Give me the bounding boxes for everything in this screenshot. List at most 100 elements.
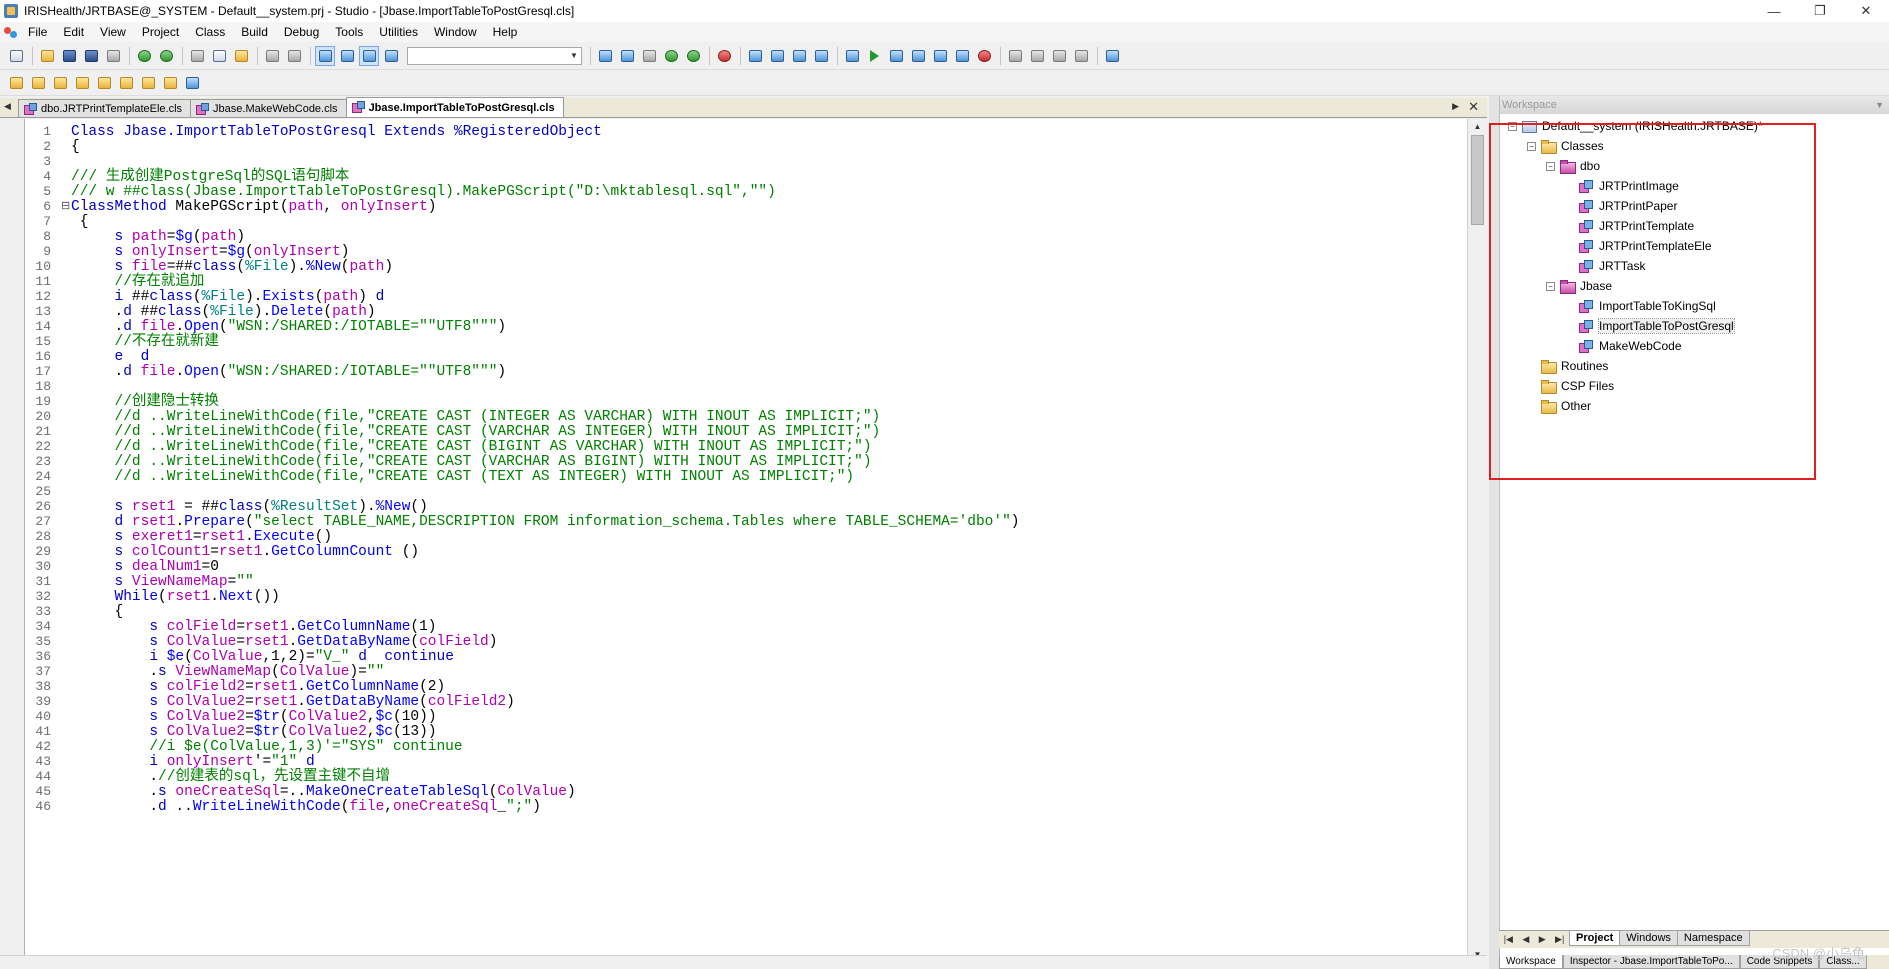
back-button[interactable] — [134, 46, 154, 66]
class-file-icon — [196, 103, 210, 115]
code-token: d — [158, 799, 176, 815]
chevron-down-icon[interactable]: ▼ — [1875, 96, 1884, 114]
tab-label: Jbase.MakeWebCode.cls — [213, 102, 338, 115]
member-combo[interactable]: ▼ — [407, 46, 582, 65]
restore-button[interactable]: ❐ — [1797, 0, 1843, 22]
forward-button[interactable] — [156, 46, 176, 66]
output-icon — [384, 49, 398, 62]
bookmark-button[interactable] — [745, 46, 765, 66]
property-icon — [31, 76, 45, 89]
studio-app-icon — [4, 4, 18, 18]
add-parameter-button[interactable] — [72, 73, 92, 93]
browser-button[interactable] — [683, 46, 703, 66]
code-token: . — [71, 799, 159, 815]
step-over-button[interactable] — [908, 46, 928, 66]
menu-build[interactable]: Build — [233, 22, 276, 42]
indent-button[interactable] — [1005, 46, 1025, 66]
add-index-button[interactable] — [94, 73, 114, 93]
code-line[interactable]: 46 .d ..WriteLineWithCode(file,oneCreate… — [25, 798, 1465, 816]
wizard-button[interactable] — [1102, 46, 1122, 66]
stop-button[interactable] — [714, 46, 734, 66]
menu-edit[interactable]: Edit — [55, 22, 92, 42]
outdent-button[interactable] — [1027, 46, 1047, 66]
view-output-button[interactable] — [381, 46, 401, 66]
undo-icon — [265, 49, 279, 62]
editor-vertical-scrollbar[interactable]: ▲ ▼ — [1467, 119, 1487, 961]
copy-button[interactable] — [209, 46, 229, 66]
add-storage-button[interactable] — [182, 73, 202, 93]
close-window-button[interactable]: ✕ — [1843, 0, 1889, 22]
tab-windows[interactable]: Windows — [1619, 931, 1678, 946]
class-wizard-button[interactable] — [6, 73, 26, 93]
menu-tools[interactable]: Tools — [327, 22, 371, 42]
add-method-button[interactable] — [50, 73, 70, 93]
clear-bookmark-button[interactable] — [811, 46, 831, 66]
tab-namespace[interactable]: Namespace — [1676, 931, 1750, 946]
save-button[interactable] — [59, 46, 79, 66]
view-split-button[interactable] — [337, 46, 357, 66]
tab-makewebcode[interactable]: Jbase.MakeWebCode.cls — [190, 99, 347, 117]
menu-help[interactable]: Help — [485, 22, 526, 42]
next-bookmark-button[interactable] — [767, 46, 787, 66]
tab-importtabletopostgresql[interactable]: Jbase.ImportTableToPostGresql.cls — [345, 97, 564, 117]
system-menu-icon[interactable] — [2, 24, 18, 40]
pause-icon — [933, 49, 947, 62]
uncomment-button[interactable] — [1071, 46, 1091, 66]
tab-workspace[interactable]: Workspace — [1499, 955, 1563, 969]
run-button[interactable] — [864, 46, 884, 66]
cut-button[interactable] — [187, 46, 207, 66]
next-tab-icon[interactable]: ▶ — [1539, 934, 1546, 945]
view-inspector-button[interactable] — [359, 45, 379, 66]
open-button[interactable] — [37, 46, 57, 66]
step-into-button[interactable] — [886, 46, 906, 66]
add-property-button[interactable] — [28, 73, 48, 93]
menu-window[interactable]: Window — [426, 22, 485, 42]
add-trigger-button[interactable] — [138, 73, 158, 93]
print-button[interactable] — [103, 46, 123, 66]
view-code-button[interactable] — [315, 45, 335, 66]
editor-horizontal-scrollbar[interactable] — [0, 955, 1487, 969]
last-tab-icon[interactable]: ▶| — [1555, 934, 1564, 945]
step-out-button[interactable] — [952, 46, 972, 66]
redo-button[interactable] — [284, 46, 304, 66]
save-all-button[interactable] — [81, 46, 101, 66]
minimize-button[interactable]: — — [1751, 0, 1797, 22]
scroll-up-icon[interactable]: ▲ — [1468, 119, 1487, 133]
tab-label: Jbase.ImportTableToPostGresql.cls — [368, 101, 555, 114]
compile-button[interactable] — [595, 46, 615, 66]
tab-jrtprinttemplateele[interactable]: dbo.JRTPrintTemplateEle.cls — [18, 99, 192, 117]
code-editor[interactable]: 1 Class Jbase.ImportTableToPostGresql Ext… — [24, 119, 1487, 961]
first-tab-icon[interactable]: |◀ — [1504, 934, 1513, 945]
prev-bookmark-button[interactable] — [789, 46, 809, 66]
pause-button[interactable] — [930, 46, 950, 66]
menu-class[interactable]: Class — [187, 22, 233, 42]
compile-all-button[interactable] — [617, 46, 637, 66]
breakpoint-button[interactable] — [974, 46, 994, 66]
close-tab-icon[interactable]: ✕ — [1468, 99, 1479, 115]
prev-tab-icon[interactable]: ◀ — [1522, 934, 1529, 945]
new-document-button[interactable] — [6, 46, 26, 66]
menu-view[interactable]: View — [92, 22, 134, 42]
scroll-thumb[interactable] — [1471, 135, 1484, 225]
menu-file[interactable]: File — [20, 22, 55, 42]
add-query-button[interactable] — [116, 73, 136, 93]
debug-target-button[interactable] — [842, 46, 862, 66]
menu-project[interactable]: Project — [134, 22, 187, 42]
add-xdata-button[interactable] — [160, 73, 180, 93]
code-token: ) — [532, 799, 541, 815]
globe-button[interactable] — [661, 46, 681, 66]
comment-button[interactable] — [1049, 46, 1069, 66]
paste-button[interactable] — [231, 46, 251, 66]
code-token: oneCreateSql — [392, 799, 498, 815]
menu-utilities[interactable]: Utilities — [371, 22, 426, 42]
query-icon — [119, 76, 133, 89]
tab-project[interactable]: Project — [1569, 931, 1621, 946]
tab-scroll-left-icon[interactable]: ◀ — [4, 101, 11, 112]
tab-inspector[interactable]: Inspector - Jbase.ImportTableToPo... — [1562, 955, 1740, 969]
find-button[interactable] — [639, 46, 659, 66]
tab-scroll-right-icon[interactable]: ▶ — [1452, 101, 1459, 112]
workspace-header: Workspace ▼ — [1500, 96, 1889, 114]
undo-button[interactable] — [262, 46, 282, 66]
play-icon — [869, 49, 879, 62]
menu-debug[interactable]: Debug — [276, 22, 327, 42]
